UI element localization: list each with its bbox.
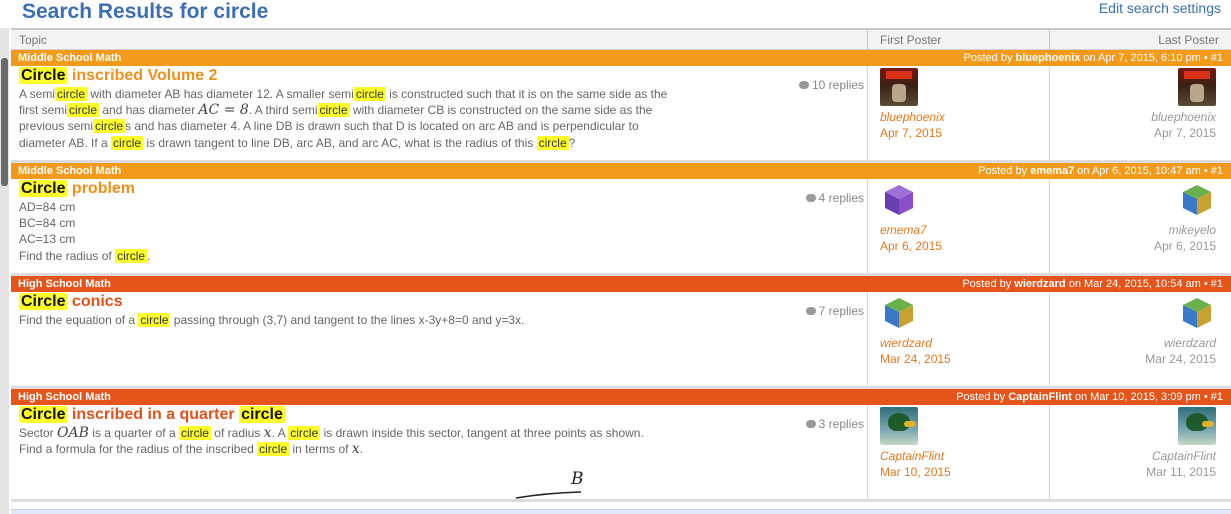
first-post-date: Apr 6, 2015 [880,239,943,253]
posted-by-user[interactable]: emema7 [1030,165,1074,177]
duck-avatar-icon[interactable] [1178,407,1216,445]
speech-bubble-icon [805,307,816,315]
doom-avatar-icon[interactable] [880,68,918,106]
last-poster-username[interactable]: wierdzard [1038,336,1216,351]
next-thread-row-partial [11,509,1231,514]
thread-excerpt: A semi circle with diameter AB has diamet… [19,87,668,150]
thread-excerpt: Sector OAB is a quarter of a circle of r… [19,425,644,458]
speech-bubble-icon [805,194,816,202]
reply-count: 4 replies [805,191,864,205]
last-poster: bluephoenix Apr 7, 2015 [1038,68,1216,142]
last-poster-username[interactable]: bluephoenix [1038,110,1216,125]
doom-avatar-icon[interactable] [1178,68,1216,106]
column-divider [867,66,868,160]
speech-bubble-icon [805,420,816,428]
first-post-date: Apr 7, 2015 [880,126,943,140]
last-poster: CaptainFlint Mar 11, 2015 [1038,407,1216,481]
last-post-date: Apr 7, 2015 [1153,126,1216,140]
posted-by-user[interactable]: CaptainFlint [1008,391,1072,403]
column-divider [867,405,868,499]
thread-row: High School Math Posted by CaptainFlint … [11,389,1231,502]
speech-bubble-icon [798,81,809,89]
first-poster: CaptainFlint Mar 10, 2015 [880,407,1058,481]
first-post-date: Mar 10, 2015 [880,465,951,479]
forum-name[interactable]: High School Math [18,276,111,292]
posted-by-info: Posted by emema7 on Apr 6, 2015, 10:47 a… [978,165,1223,177]
table-header: Topic First Poster Last Poster [11,30,1231,50]
last-post-date: Apr 6, 2015 [1153,239,1216,253]
last-post-date: Mar 24, 2015 [1145,352,1216,366]
last-poster: mikeyelo Apr 6, 2015 [1038,181,1216,255]
thread-header-bar: High School Math Posted by CaptainFlint … [11,389,1231,405]
thread-title[interactable]: Circle inscribed in a quarter circle [19,405,285,424]
thread-excerpt: Find the equation of a circle passing th… [19,313,525,327]
first-poster-username[interactable]: CaptainFlint [880,449,1058,464]
first-poster: emema7 Apr 6, 2015 [880,181,1058,255]
posted-by-user[interactable]: bluephoenix [1016,52,1081,64]
thread-excerpt: AD=84 cm BC=84 cm AC=13 cm Find the radi… [19,200,151,263]
duck-avatar-icon[interactable] [880,407,918,445]
page-title: Search Results for circle [22,0,269,23]
posted-by-info: Posted by wierdzard on Mar 24, 2015, 10:… [962,278,1223,290]
column-header-first-poster[interactable]: First Poster [880,33,941,47]
column-divider [867,179,868,273]
thread-header-bar: Middle School Math Posted by emema7 on A… [11,163,1231,179]
posted-by-info: Posted by CaptainFlint on Mar 10, 2015, … [956,391,1223,403]
column-divider [867,30,868,50]
scrollbar-thumb[interactable] [1,58,8,186]
last-poster-username[interactable]: mikeyelo [1038,223,1216,238]
first-poster-username[interactable]: wierdzard [880,336,1058,351]
last-poster-username[interactable]: CaptainFlint [1038,449,1216,464]
thread-row: Middle School Math Posted by bluephoenix… [11,50,1231,163]
forum-name[interactable]: Middle School Math [18,163,121,179]
first-poster: wierdzard Mar 24, 2015 [880,294,1058,368]
column-divider [1049,30,1050,50]
diagram-point-label: B [571,469,584,489]
purple-cube-avatar-icon[interactable] [880,181,918,219]
reply-count: 10 replies [798,78,864,92]
multicolor-cube-avatar-icon[interactable] [880,294,918,332]
first-poster-username[interactable]: bluephoenix [880,110,1058,125]
reply-count: 3 replies [805,417,864,431]
forum-name[interactable]: High School Math [18,389,111,405]
multicolor-cube-avatar-icon[interactable] [1178,294,1216,332]
thread-header-bar: High School Math Posted by wierdzard on … [11,276,1231,292]
posted-by-user[interactable]: wierdzard [1014,278,1065,290]
search-results-table: Topic First Poster Last Poster Middle Sc… [11,28,1231,514]
last-post-date: Mar 11, 2015 [1146,465,1216,479]
last-poster: wierdzard Mar 24, 2015 [1038,294,1216,368]
multicolor-cube-avatar-icon[interactable] [1178,181,1216,219]
first-poster: bluephoenix Apr 7, 2015 [880,68,1058,142]
edit-search-settings-link[interactable]: Edit search settings [1099,0,1221,16]
scrollbar-track[interactable] [0,28,9,514]
thread-header-bar: Middle School Math Posted by bluephoenix… [11,50,1231,66]
thread-title[interactable]: Circle inscribed Volume 2 [19,66,217,85]
column-divider [867,292,868,386]
first-poster-username[interactable]: emema7 [880,223,1058,238]
thread-row: High School Math Posted by wierdzard on … [11,276,1231,389]
reply-count: 7 replies [805,304,864,318]
thread-title[interactable]: Circle problem [19,179,135,198]
thread-row: Middle School Math Posted by emema7 on A… [11,163,1231,276]
thread-title[interactable]: Circle conics [19,292,123,311]
column-header-topic[interactable]: Topic [19,33,47,47]
posted-by-info: Posted by bluephoenix on Apr 7, 2015, 6:… [963,52,1223,64]
first-post-date: Mar 24, 2015 [880,352,951,366]
forum-name[interactable]: Middle School Math [18,50,121,66]
quarter-circle-diagram [515,491,582,499]
column-header-last-poster[interactable]: Last Poster [1158,33,1219,47]
